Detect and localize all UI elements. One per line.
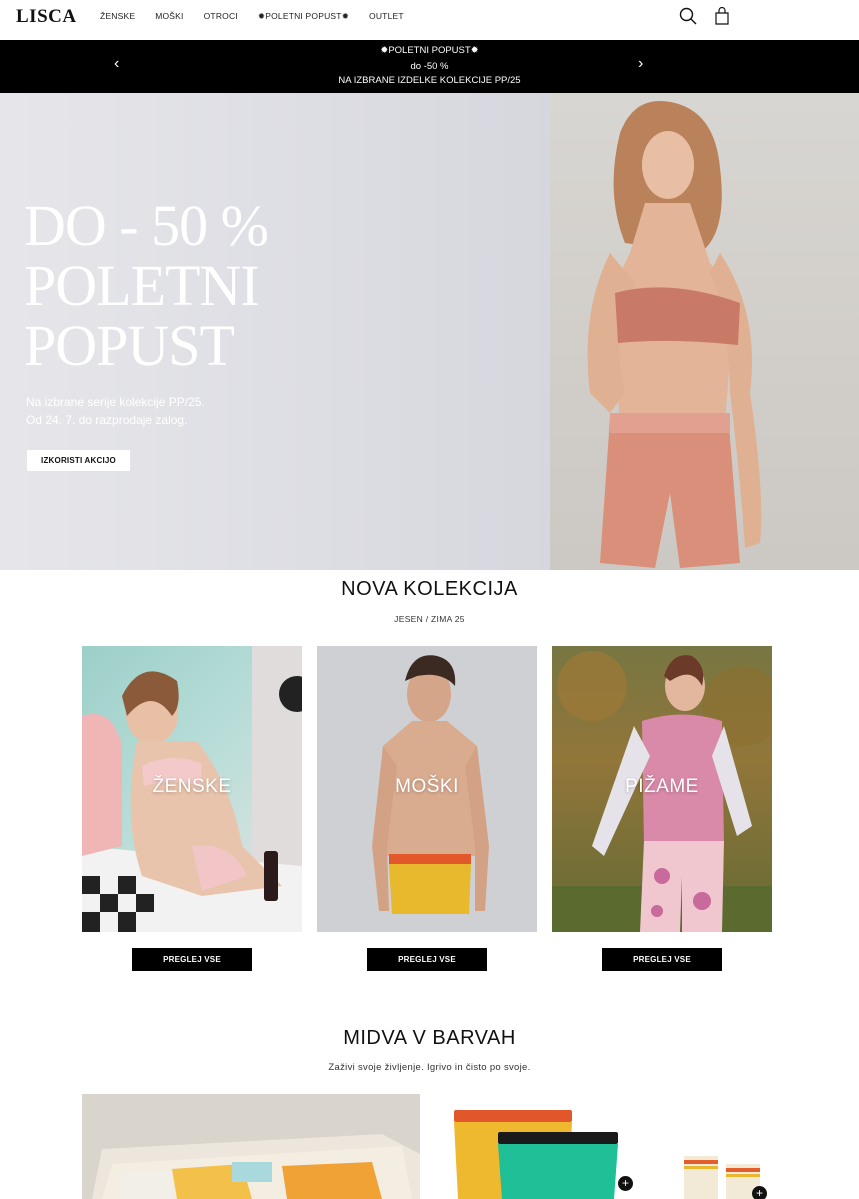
- promo-line-2: do -50 %: [410, 61, 449, 72]
- promo-next-arrow[interactable]: ›: [638, 54, 643, 74]
- add-to-cart-boxers-icon[interactable]: +: [618, 1176, 633, 1191]
- hero-title-line-3: POPUST: [24, 313, 235, 378]
- colors-socks-image[interactable]: +: [672, 1094, 772, 1199]
- hero-title: DO - 50 % POLETNI POPUST: [24, 193, 269, 378]
- promo-line-3: NA IZBRANE IZDELKE KOLEKCIJE PP/25: [338, 75, 521, 86]
- view-all-zenske-button[interactable]: PREGLEJ VSE: [132, 948, 252, 971]
- logo[interactable]: LISCA: [16, 6, 77, 28]
- category-card-pizame[interactable]: PIŽAME: [552, 646, 772, 932]
- site-header: LISCA ŽENSKE MOŠKI OTROCI ✹POLETNI POPUS…: [0, 0, 859, 40]
- promo-bar: ‹ ✹POLETNI POPUST✹ do -50 % NA IZBRANE I…: [0, 40, 859, 93]
- main-nav: ŽENSKE MOŠKI OTROCI ✹POLETNI POPUST✹ OUT…: [100, 11, 424, 22]
- category-card-moski[interactable]: MOŠKI: [317, 646, 537, 932]
- category-label-pizame: PIŽAME: [625, 776, 699, 797]
- hero-title-line-2: POLETNI: [24, 253, 260, 318]
- nav-item-outlet[interactable]: OUTLET: [369, 11, 404, 22]
- nav-item-zenske[interactable]: ŽENSKE: [100, 11, 135, 22]
- colors-section-subtitle: Zaživi svoje življenje. Igrivo in čisto …: [328, 1062, 531, 1073]
- colors-box-image[interactable]: [82, 1094, 420, 1199]
- promo-line-1: ✹POLETNI POPUST✹: [380, 45, 479, 56]
- hero-model-photo: [550, 93, 859, 570]
- add-to-cart-socks-icon[interactable]: +: [752, 1186, 767, 1199]
- new-collection-title: NOVA KOLEKCIJA: [341, 578, 518, 600]
- nav-item-moski[interactable]: MOŠKI: [155, 11, 183, 22]
- category-label-moski: MOŠKI: [395, 776, 459, 797]
- hero-subtitle-line-1: Na izbrane serije kolekcije PP/25.: [26, 395, 205, 409]
- colors-boxers-image[interactable]: +: [446, 1094, 636, 1199]
- category-card-zenske[interactable]: ŽENSKE: [82, 646, 302, 932]
- category-label-zenske: ŽENSKE: [152, 776, 232, 797]
- nav-item-otroci[interactable]: OTROCI: [204, 11, 238, 22]
- hero-cta-button[interactable]: IZKORISTI AKCIJO: [27, 450, 130, 471]
- view-all-pizame-button[interactable]: PREGLEJ VSE: [602, 948, 722, 971]
- hero-subtitle-line-2: Od 24. 7. do razprodaje zalog.: [26, 413, 188, 427]
- nav-item-poletni-popust[interactable]: ✹POLETNI POPUST✹: [258, 11, 349, 22]
- hero-subtitle: Na izbrane serije kolekcije PP/25. Od 24…: [26, 393, 205, 429]
- search-icon[interactable]: [679, 7, 697, 25]
- hero-banner: DO - 50 % POLETNI POPUST Na izbrane seri…: [0, 93, 859, 570]
- view-all-moski-button[interactable]: PREGLEJ VSE: [367, 948, 487, 971]
- hero-title-line-1: DO - 50 %: [24, 193, 269, 258]
- cart-icon[interactable]: [713, 6, 731, 25]
- new-collection-subtitle: JESEN / ZIMA 25: [394, 614, 465, 624]
- colors-section-title: MIDVA V BARVAH: [343, 1027, 516, 1049]
